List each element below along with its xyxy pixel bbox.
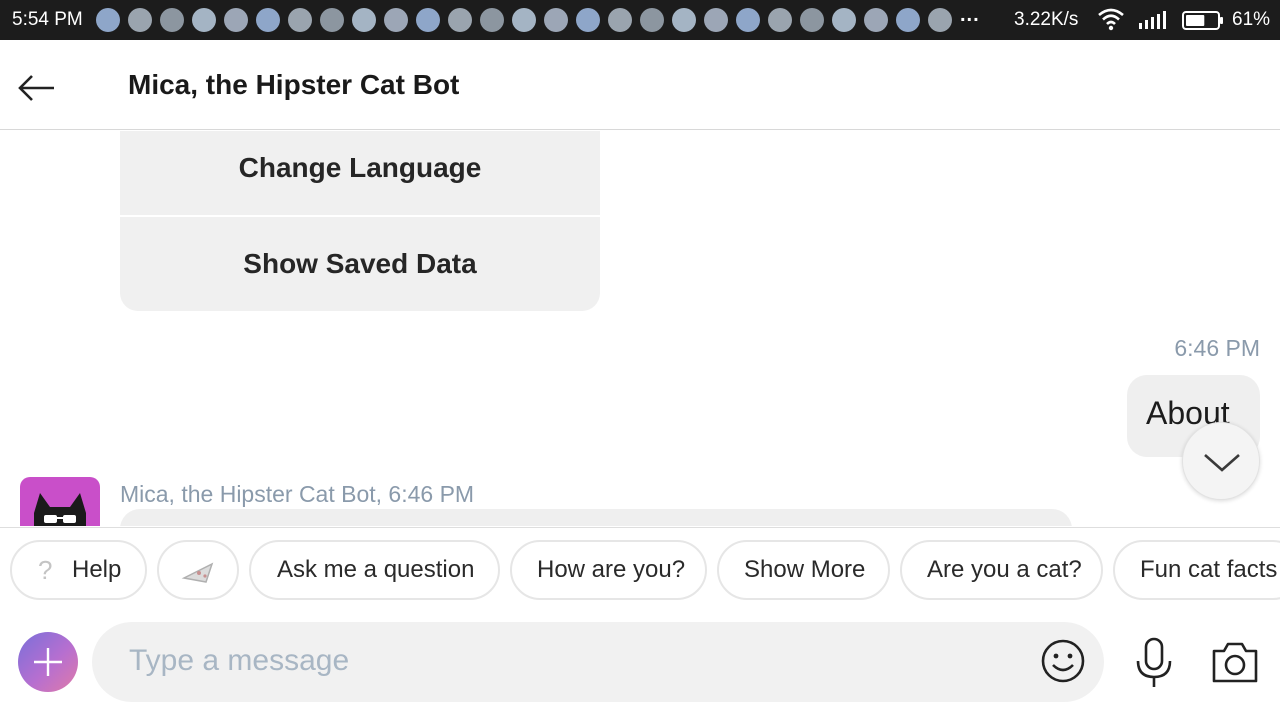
- circle-app-icon: [384, 8, 408, 32]
- camera-icon[interactable]: [1210, 639, 1260, 685]
- momo-icon: [416, 8, 440, 32]
- back-arrow-icon[interactable]: [14, 68, 58, 108]
- plus-icon: [34, 648, 62, 676]
- emoji-icon[interactable]: [1040, 638, 1086, 684]
- scroll-down-button[interactable]: [1182, 422, 1260, 500]
- chat-header: Mica, the Hipster Cat Bot: [0, 40, 1280, 130]
- messenger-icon: [608, 8, 632, 32]
- status-bar: 5:54 PM ... 3.22K/s 61%: [0, 0, 1280, 40]
- email-icon: [480, 8, 504, 32]
- quick-reply-label: Help: [72, 556, 122, 583]
- quick-reply-label: Show More: [744, 556, 866, 583]
- cloud-icon: [544, 8, 568, 32]
- bot-menu-card: Change Language Show Saved Data: [120, 131, 600, 311]
- quick-reply-how-are-you[interactable]: How are you?: [510, 540, 707, 600]
- bot-avatar[interactable]: [20, 477, 100, 526]
- quick-reply-ask-question[interactable]: Ask me a question: [249, 540, 500, 600]
- wifi-icon: [1098, 8, 1124, 31]
- facebook-icon: [864, 8, 888, 32]
- battery-icon: [1182, 11, 1223, 30]
- quick-reply-fun-cat-facts[interactable]: Fun cat facts: [1113, 540, 1280, 600]
- quick-reply-label: How are you?: [537, 556, 686, 583]
- network-speed: 3.22K/s: [1014, 9, 1079, 30]
- chat-bubble-icon: [672, 8, 696, 32]
- messenger-icon: [896, 8, 920, 32]
- quick-reply-label: Are you a cat?: [927, 556, 1082, 583]
- momo-icon: [352, 8, 376, 32]
- boat-icon: [928, 8, 952, 32]
- maps-icon: [576, 8, 600, 32]
- quick-reply-are-you-a-cat[interactable]: Are you a cat?: [900, 540, 1103, 600]
- quick-reply-sticker[interactable]: [157, 540, 239, 600]
- bot-message-bubble[interactable]: [120, 509, 1072, 526]
- quick-replies-bar: ? Help Ask me a question How are you? Sh…: [0, 527, 1280, 609]
- message-input[interactable]: Type a message: [92, 622, 1104, 702]
- sim-icon: [704, 8, 728, 32]
- page-title: Mica, the Hipster Cat Bot: [128, 69, 460, 100]
- chat-area[interactable]: Change Language Show Saved Data 6:46 PM …: [0, 131, 1280, 526]
- message-composer: Type a message: [0, 609, 1280, 720]
- quick-reply-help[interactable]: ? Help: [10, 540, 147, 600]
- email-icon: [256, 8, 280, 32]
- messenger-icon: [832, 8, 856, 32]
- messenger-icon: [800, 8, 824, 32]
- maps-icon: [288, 8, 312, 32]
- hipster-cat-icon: [34, 493, 86, 526]
- message-input-placeholder: Type a message: [129, 644, 350, 677]
- messenger-icon: [448, 8, 472, 32]
- momo-icon: [128, 8, 152, 32]
- pinterest-icon: [640, 8, 664, 32]
- chevron-down-icon: [1204, 454, 1240, 472]
- add-attachment-button[interactable]: [18, 632, 78, 692]
- menu-item-show-saved-data[interactable]: Show Saved Data: [120, 217, 600, 311]
- messenger-icon: [512, 8, 536, 32]
- pizza-sticker-icon: [181, 562, 214, 583]
- more-notifications-indicator: ...: [960, 4, 980, 26]
- viber-icon: [224, 8, 248, 32]
- quick-reply-show-more[interactable]: Show More: [717, 540, 890, 600]
- boat-icon: [768, 8, 792, 32]
- signal-icon: [1139, 11, 1166, 29]
- messenger-icon: [96, 8, 120, 32]
- pinterest-icon: [736, 8, 760, 32]
- momo-icon: [320, 8, 344, 32]
- menu-item-change-language[interactable]: Change Language: [120, 131, 600, 215]
- bot-message-meta: Mica, the Hipster Cat Bot, 6:46 PM: [120, 481, 475, 507]
- status-time: 5:54 PM: [12, 9, 83, 30]
- question-mark-icon: ?: [38, 555, 53, 585]
- message-timestamp: 6:46 PM: [1174, 335, 1260, 361]
- quick-reply-label: Ask me a question: [277, 556, 475, 583]
- microphone-icon[interactable]: [1132, 637, 1176, 689]
- battery-percent: 61%: [1232, 9, 1271, 30]
- quick-reply-label: Fun cat facts: [1140, 556, 1278, 583]
- momo-icon: [160, 8, 184, 32]
- telegram-icon: [192, 8, 216, 32]
